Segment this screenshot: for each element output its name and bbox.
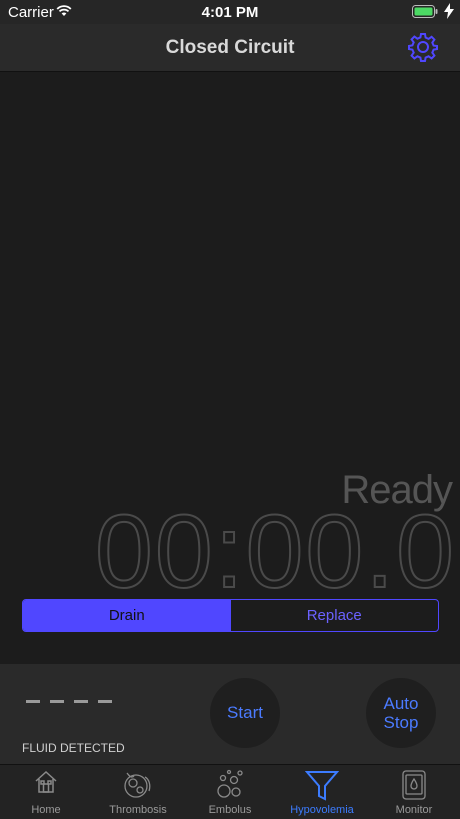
timer-display: 00:00.0 [94,494,456,610]
mode-segmented-control: Drain Replace [22,599,439,632]
start-button[interactable]: Start [210,678,280,748]
fluid-dash [74,700,88,703]
tab-home[interactable]: Home [0,765,92,819]
tab-thrombosis[interactable]: Thrombosis [92,765,184,819]
gear-icon[interactable] [408,32,438,67]
bubbles-icon [217,769,243,798]
charging-icon [444,3,454,23]
fluid-detected-label: FLUID DETECTED [22,741,125,755]
auto-stop-line2: Stop [383,713,419,732]
status-time: 4:01 PM [201,4,259,21]
segment-replace[interactable]: Replace [231,600,439,631]
tab-label: Thrombosis [109,804,167,816]
fluid-dash [98,700,112,703]
home-icon [35,770,57,793]
status-bar: Carrier 4:01 PM [0,0,460,24]
tab-monitor[interactable]: Monitor [368,765,460,819]
tab-label: Hypovolemia [290,804,354,816]
auto-stop-button[interactable]: Auto Stop [366,678,436,748]
tab-embolus[interactable]: Embolus [184,765,276,819]
tab-bar: Home Thrombosis Embolus Hypovolemia Moni… [0,764,460,819]
segment-drain[interactable]: Drain [23,600,231,631]
fluid-value [26,700,112,703]
thrombosis-icon [124,772,151,798]
auto-stop-line1: Auto [383,694,419,713]
tab-label: Monitor [395,804,433,816]
battery-icon [412,5,438,22]
funnel-icon [305,771,339,801]
fluid-dash [50,700,64,703]
monitor-icon [402,770,426,800]
fluid-dash [26,700,40,703]
tab-hypovolemia[interactable]: Hypovolemia [276,765,368,819]
nav-bar: Closed Circuit [0,24,460,72]
tab-label: Home [31,804,61,816]
page-title: Closed Circuit [165,37,295,58]
tab-label: Embolus [208,804,252,816]
controls-panel: FLUID DETECTED Start Auto Stop [0,664,460,764]
